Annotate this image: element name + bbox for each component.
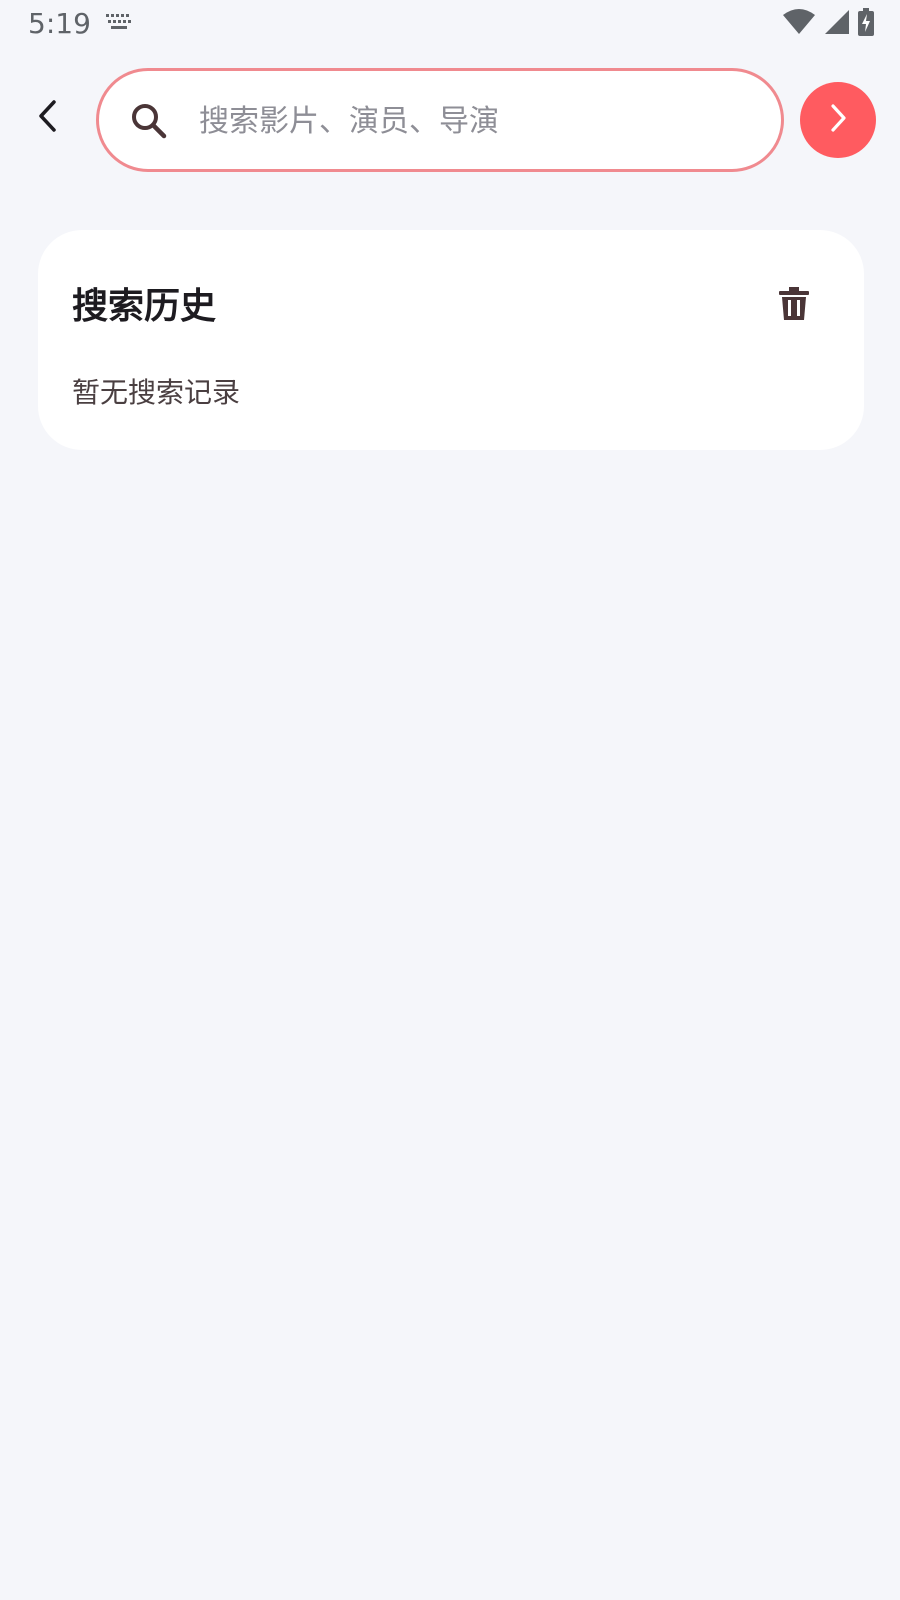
empty-history-text: 暂无搜索记录 [72, 376, 241, 409]
status-bar: 5:19 [0, 0, 900, 48]
wifi-icon [782, 9, 816, 39]
status-time: 5:19 [28, 7, 91, 40]
search-history-title: 搜索历史 [72, 286, 217, 327]
keyboard-icon [106, 14, 132, 32]
search-submit-button[interactable] [800, 82, 876, 158]
search-icon [129, 101, 169, 141]
status-icons [782, 8, 874, 40]
clear-history-button[interactable] [774, 286, 814, 326]
search-history-card: 搜索历史 暂无搜索记录 [38, 230, 864, 450]
battery-charging-icon [858, 8, 874, 40]
search-screen: 5:19 搜索影片、演员、导演 搜索历史 暂无搜索记录 [0, 0, 900, 1600]
trash-icon [778, 287, 810, 325]
back-button[interactable] [26, 96, 70, 140]
signal-icon [824, 9, 850, 39]
search-input[interactable] [199, 89, 759, 153]
search-bar[interactable] [96, 68, 784, 172]
chevron-left-icon [36, 99, 60, 137]
chevron-right-icon [828, 103, 848, 137]
